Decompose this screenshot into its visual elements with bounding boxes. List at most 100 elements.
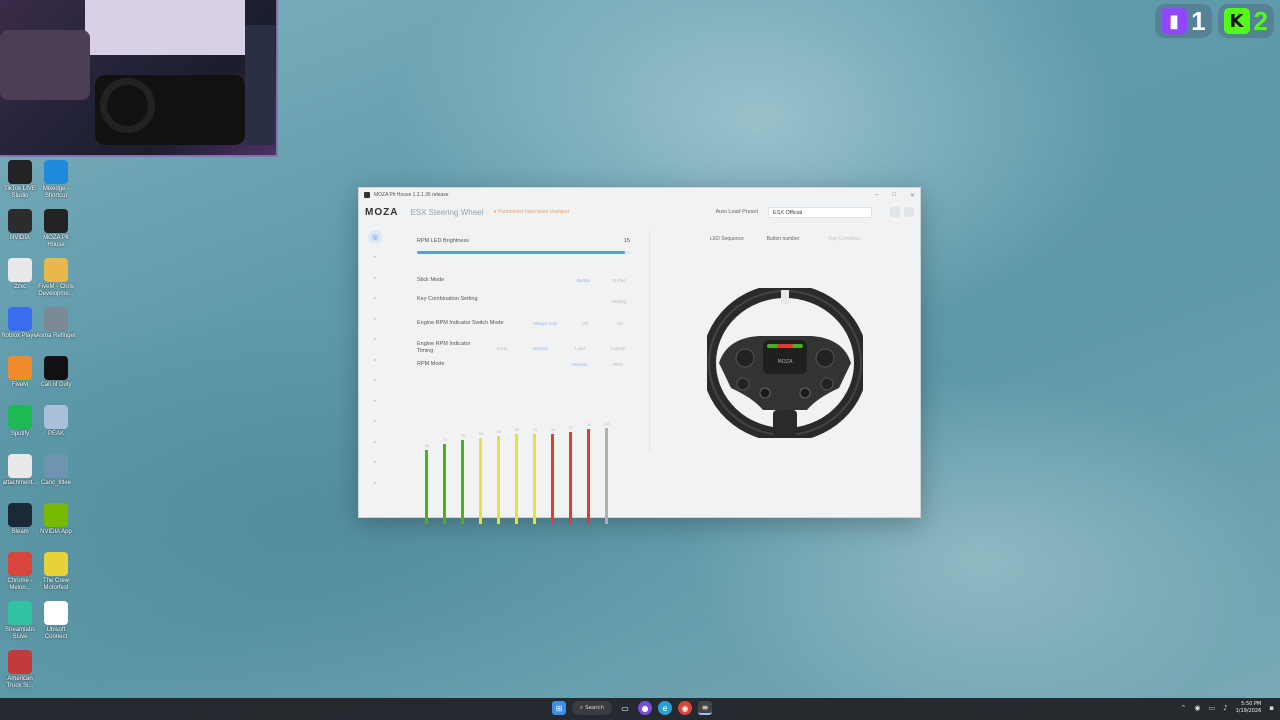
desktop-icon[interactable]: Chrome - Melon... bbox=[0, 548, 40, 592]
desktop-icon[interactable]: Mixedge - Shortcut bbox=[36, 156, 76, 200]
maximize-icon[interactable]: □ bbox=[892, 192, 896, 199]
timing-early-option[interactable]: Early bbox=[497, 346, 507, 351]
sliders-icon[interactable]: ▫ bbox=[368, 251, 382, 265]
tab-led-sequence[interactable]: LED Sequence bbox=[707, 236, 747, 242]
rpm-led-bar[interactable] bbox=[425, 450, 428, 524]
gauge-icon[interactable]: ▫ bbox=[368, 374, 382, 388]
engine-switch-auto-option[interactable]: Always Auto bbox=[533, 321, 558, 326]
rpm-led-bar[interactable] bbox=[443, 444, 446, 524]
rpm-led-label: 89 bbox=[515, 428, 519, 432]
desktop-icon[interactable]: Streamlabs SLive bbox=[0, 597, 40, 641]
desktop-icon[interactable]: Steam bbox=[0, 499, 40, 536]
chrome-icon bbox=[8, 552, 32, 576]
search-box[interactable]: ⌕ Search bbox=[572, 701, 612, 715]
rpm-led-bar[interactable] bbox=[515, 434, 518, 524]
rpm-led-bar[interactable] bbox=[533, 434, 536, 524]
streamlabs-icon bbox=[8, 601, 32, 625]
desktop-icon[interactable]: attachment... bbox=[0, 450, 40, 487]
chevron-up-icon[interactable]: ⌃ bbox=[1181, 704, 1187, 712]
teams-icon[interactable]: ● bbox=[638, 701, 652, 715]
rpm-led-bar[interactable] bbox=[479, 438, 482, 524]
shifter-icon[interactable]: ▫ bbox=[368, 292, 382, 306]
desktop-icon[interactable]: NVIDIA App bbox=[36, 499, 76, 536]
desktop-icon[interactable]: Call of Duty bbox=[36, 352, 76, 389]
rpm-mode-rpm-option[interactable]: RPM bbox=[613, 362, 623, 367]
chrome-icon[interactable]: ◉ bbox=[678, 701, 692, 715]
network-icon[interactable]: ▭ bbox=[1209, 704, 1216, 712]
rpm-led-bar[interactable] bbox=[605, 428, 608, 524]
rpm-led-bar[interactable] bbox=[497, 436, 500, 524]
stick-mode-button-option[interactable]: Button bbox=[577, 278, 590, 283]
start-icon[interactable]: ⊞ bbox=[552, 701, 566, 715]
edge-icon bbox=[44, 160, 68, 184]
volume-icon[interactable]: ♪ bbox=[1223, 704, 1227, 712]
desktop-icon[interactable]: Canc_titlee bbox=[36, 450, 76, 487]
rpm-led-bar[interactable] bbox=[587, 429, 590, 524]
steering-wheel-icon[interactable]: ◎ bbox=[368, 230, 382, 244]
brightness-slider[interactable] bbox=[417, 251, 631, 254]
app-icon bbox=[364, 192, 370, 198]
timing-normal-option[interactable]: Normal bbox=[533, 346, 548, 351]
desktop-icon[interactable]: Roblox Player bbox=[0, 303, 40, 340]
desktop-icon[interactable]: Ubisoft Connect bbox=[36, 597, 76, 641]
desktop-icon-label: American Truck Si... bbox=[6, 676, 34, 689]
clock[interactable]: 5:50 PM 1/19/2026 bbox=[1236, 701, 1262, 715]
key-combo-label: Key Combination Setting bbox=[417, 296, 478, 302]
dashboard-icon[interactable]: ▫ bbox=[368, 394, 382, 408]
desktop-icon[interactable]: 2zxc bbox=[0, 254, 40, 291]
rpm-led-bar[interactable] bbox=[551, 434, 554, 524]
desktop-icon-label: MOZA Pit House bbox=[43, 235, 69, 248]
minimize-icon[interactable]: – bbox=[875, 192, 878, 199]
kick-viewer-badge: K 2 bbox=[1217, 4, 1274, 38]
app-icon bbox=[44, 307, 68, 331]
pedals-icon[interactable]: ▫ bbox=[368, 271, 382, 285]
lever-icon[interactable]: ▫ bbox=[368, 333, 382, 347]
rpm-led-label: 99 bbox=[587, 423, 591, 427]
desktop-icon[interactable]: The Crew Motorfest bbox=[36, 548, 76, 592]
engine-switch-off-option[interactable]: Off bbox=[582, 321, 588, 326]
more-icon[interactable] bbox=[904, 207, 914, 217]
desktop-icon[interactable]: NVIDIA bbox=[0, 205, 40, 242]
desktop-icon[interactable]: Asma Refinger bbox=[36, 303, 76, 340]
timing-later-option[interactable]: Later bbox=[575, 346, 585, 351]
timing-custom-option[interactable]: Custom bbox=[610, 346, 626, 351]
lever-icon[interactable]: ▫ bbox=[368, 353, 382, 367]
panel-divider bbox=[649, 230, 650, 452]
rpm-mode-row: RPM Mode Percent RPM bbox=[417, 361, 632, 367]
desktop-icon[interactable]: TikTok LIVE Studio bbox=[0, 156, 40, 200]
timing-row: Engine RPM Indicator Timing bbox=[417, 341, 477, 355]
engine-switch-row: Engine RPM Indicator Switch Mode Always … bbox=[417, 320, 632, 326]
rpm-mode-percent-option[interactable]: Percent bbox=[572, 362, 588, 367]
help-icon[interactable]: ▫ bbox=[368, 476, 382, 490]
tab-button-number[interactable]: Button number bbox=[763, 236, 803, 242]
desktop-icon[interactable]: American Truck Si... bbox=[0, 646, 40, 690]
rpm-led-bar[interactable] bbox=[461, 440, 464, 524]
notification-icon[interactable]: ▪ bbox=[1269, 704, 1274, 712]
unsaved-notice: ● Parameters have been changed bbox=[493, 209, 569, 215]
preset-select[interactable]: ESX Official bbox=[768, 206, 872, 218]
file-icon bbox=[8, 258, 32, 282]
desktop-icon-label: TikTok LIVE Studio bbox=[4, 186, 36, 199]
dash-icon[interactable]: ▫ bbox=[368, 435, 382, 449]
desktop-icon[interactable]: FiveM - Chris Developme... bbox=[36, 254, 76, 298]
desktop-icon[interactable]: FiveM bbox=[0, 352, 40, 389]
gear-icon[interactable]: ▫ bbox=[368, 456, 382, 470]
key-combo-setting-button[interactable]: Setting bbox=[612, 299, 626, 304]
desktop-icon[interactable]: Spotify bbox=[0, 401, 40, 438]
rpm-led-bar[interactable] bbox=[569, 432, 572, 524]
save-icon[interactable] bbox=[890, 207, 900, 217]
handbrake-icon[interactable]: ▫ bbox=[368, 312, 382, 326]
edge-icon[interactable]: e bbox=[658, 701, 672, 715]
tab-key-combination[interactable]: Key Combina... bbox=[821, 236, 871, 242]
search-icon: ⌕ bbox=[580, 704, 584, 711]
task-view-icon[interactable]: ▭ bbox=[618, 701, 632, 715]
close-icon[interactable]: ✕ bbox=[910, 192, 915, 199]
desktop-icon[interactable]: PEAK bbox=[36, 401, 76, 438]
brightness-value: 15 bbox=[623, 238, 630, 244]
desktop-icon[interactable]: MOZA Pit House bbox=[36, 205, 76, 249]
stick-mode-dpad-option[interactable]: D-Pad bbox=[613, 278, 626, 283]
home-icon[interactable]: ▫ bbox=[368, 415, 382, 429]
webcam-overlay bbox=[0, 0, 278, 157]
moza-taskbar-icon[interactable]: ≡ bbox=[698, 701, 712, 715]
engine-switch-on-option[interactable]: On bbox=[617, 321, 623, 326]
